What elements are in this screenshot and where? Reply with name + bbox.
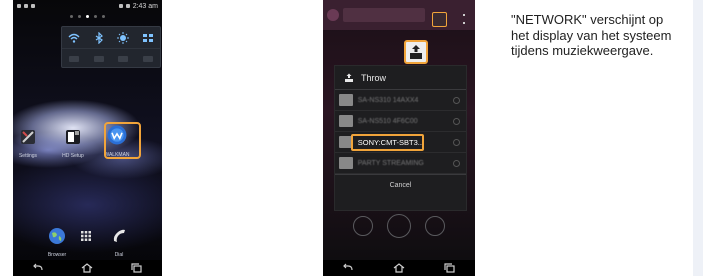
phone-icon <box>113 229 125 242</box>
throw-dialog-title: Throw <box>361 72 387 83</box>
dock-app-drawer[interactable] <box>71 227 101 252</box>
device-radio[interactable] <box>453 159 460 167</box>
back-icon[interactable] <box>342 263 354 273</box>
home-dock: Browser Dial <box>13 224 162 258</box>
speaker-icon <box>339 115 353 127</box>
home-icon[interactable] <box>81 263 93 273</box>
widget-row-dim <box>62 48 160 69</box>
back-icon[interactable] <box>32 263 44 273</box>
device-name: PARTY STREAMING <box>357 159 424 167</box>
home-pager-dots <box>13 15 162 18</box>
status-icons-right: 2:43 am <box>118 2 158 10</box>
app-settings[interactable]: Settings <box>13 128 43 159</box>
hd-setup-icon <box>66 130 80 144</box>
dock-dial[interactable]: Dial <box>104 227 134 258</box>
play-icon[interactable] <box>387 214 411 238</box>
placeholder-icon <box>142 56 153 62</box>
dock-label-browser: Browser <box>47 252 67 258</box>
pager-dot <box>70 15 73 18</box>
speaker-icon <box>339 94 353 106</box>
settings-icon <box>21 130 35 144</box>
walkman-highlight-frame <box>104 122 141 159</box>
pager-dot-active <box>86 15 89 18</box>
data-sync-icon[interactable] <box>142 32 154 44</box>
wifi-icon[interactable] <box>68 32 80 44</box>
device-list: SA-NS310 14AXX4 SA-NS510 4F6C00 SONY:CMT… <box>335 90 466 174</box>
device-radio[interactable] <box>453 117 460 125</box>
throw-icon <box>345 73 353 82</box>
placeholder-icon <box>118 56 129 62</box>
status-icons-left <box>17 4 35 8</box>
party-streaming-icon <box>339 157 353 169</box>
throw-dialog-header: Throw <box>335 66 466 90</box>
pager-dot <box>78 15 81 18</box>
device-radio[interactable] <box>453 96 460 104</box>
nav-bar <box>13 260 162 276</box>
playback-controls <box>323 213 475 239</box>
instruction-caption: "NETWORK" verschijnt op het display van … <box>511 12 672 58</box>
device-name: SA-NS510 4F6C00 <box>357 117 418 125</box>
device-item[interactable]: SA-NS310 14AXX4 <box>335 90 466 111</box>
notification-icon <box>17 4 21 8</box>
dock-label-dial: Dial <box>114 252 124 258</box>
placeholder-icon <box>93 56 104 62</box>
throw-button[interactable] <box>432 12 447 27</box>
cancel-button[interactable]: Cancel <box>335 174 466 196</box>
status-bar: 2:43 am <box>13 0 162 12</box>
selected-device-highlight <box>351 134 424 151</box>
home-icon[interactable] <box>393 263 405 273</box>
player-search-field[interactable] <box>343 8 425 22</box>
usb-icon <box>24 4 28 8</box>
recent-apps-icon[interactable] <box>131 263 143 273</box>
previous-track-icon[interactable] <box>353 216 373 236</box>
device-name: SA-NS310 14AXX4 <box>357 96 419 104</box>
app-label-hd-setup: HD Setup <box>62 153 84 159</box>
bluetooth-icon[interactable] <box>93 31 105 44</box>
pager-dot <box>102 15 105 18</box>
globe-icon <box>49 228 65 244</box>
music-player-phone: Throw SA-NS310 14AXX4 SA-NS510 4F6C00 SO… <box>323 0 475 276</box>
recent-apps-icon[interactable] <box>444 263 456 273</box>
throw-dialog: Throw SA-NS310 14AXX4 SA-NS510 4F6C00 SO… <box>334 65 467 211</box>
signal-icon <box>118 4 123 8</box>
status-time: 2:43 am <box>132 2 158 10</box>
player-top-bar <box>323 0 475 30</box>
next-track-icon[interactable] <box>425 216 445 236</box>
page-margin-stripe <box>693 0 703 276</box>
home-screen-phone: 2:43 am Settings HD Setup WALKMAN Browse… <box>13 0 162 276</box>
app-label-settings: Settings <box>18 153 38 159</box>
app-hd-setup[interactable]: HD Setup <box>58 128 88 159</box>
nav-bar <box>323 260 475 276</box>
placeholder-icon <box>69 56 80 62</box>
pager-dot <box>94 15 97 18</box>
widget-toggle-row <box>62 27 160 48</box>
overflow-menu-icon[interactable] <box>463 14 465 24</box>
walkman-back-icon[interactable] <box>327 9 339 21</box>
device-item[interactable]: PARTY STREAMING <box>335 153 466 174</box>
throw-icon <box>410 45 422 59</box>
battery-icon <box>125 4 130 8</box>
throw-icon-callout <box>404 40 428 64</box>
apps-grid-icon <box>81 231 91 241</box>
quick-settings-widget[interactable] <box>61 26 161 68</box>
brightness-icon[interactable] <box>117 31 130 44</box>
device-item-selected[interactable]: SONY:CMT-SBT3... <box>335 132 466 153</box>
dock-browser[interactable]: Browser <box>42 227 72 258</box>
device-item[interactable]: SA-NS510 4F6C00 <box>335 111 466 132</box>
device-radio[interactable] <box>453 138 460 146</box>
notification-icon <box>31 4 35 8</box>
